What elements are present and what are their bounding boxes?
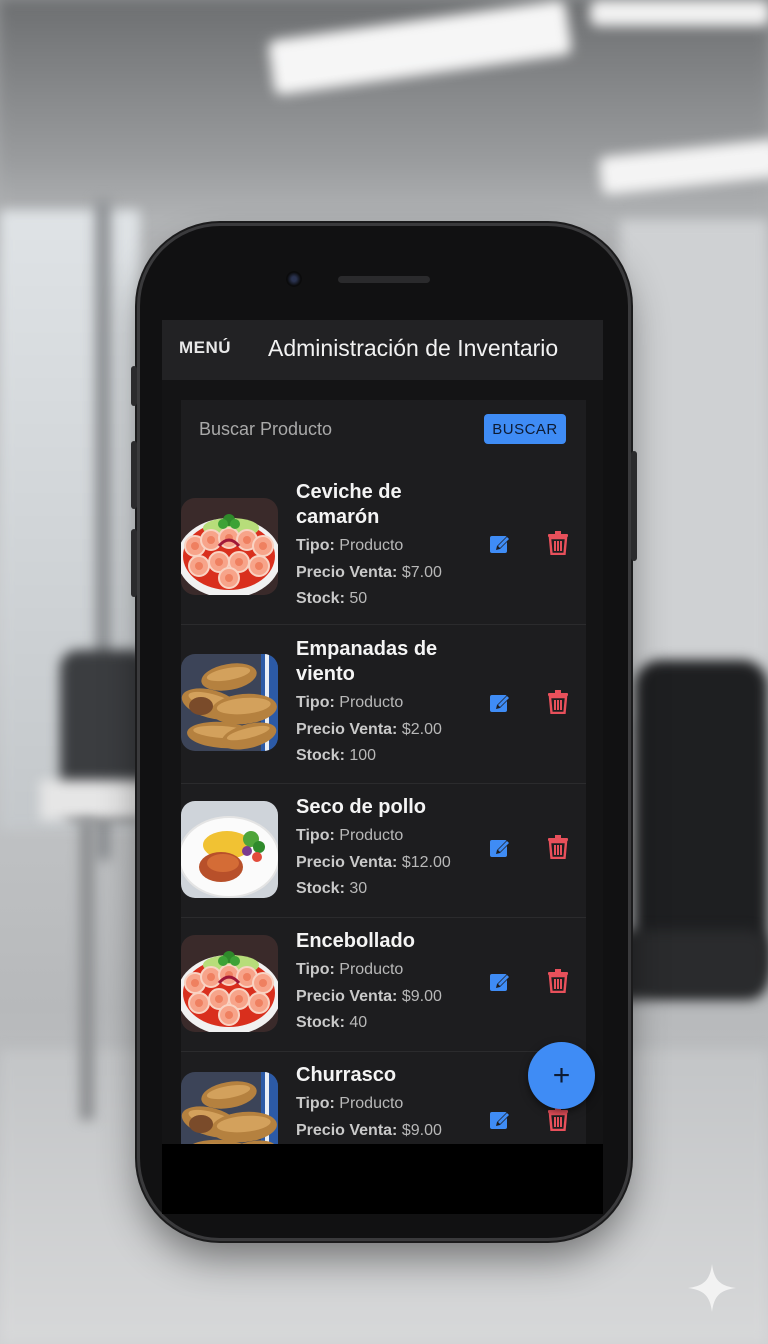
app-screen: MENÚ Administración de Inventario BUSCAR…	[162, 320, 603, 1144]
edit-icon[interactable]	[489, 970, 511, 992]
phone-frame: MENÚ Administración de Inventario BUSCAR…	[131, 226, 637, 1238]
product-image	[181, 654, 278, 751]
trash-icon[interactable]	[547, 835, 569, 860]
product-row[interactable]: Seco de pollo Tipo: Producto Precio Venta:…	[181, 784, 586, 918]
product-info: Encebollado Tipo: Producto Precio Venta: $…	[296, 929, 476, 1037]
edit-icon[interactable]	[489, 532, 511, 554]
product-name: Encebollado	[296, 930, 415, 952]
trash-icon[interactable]	[547, 531, 569, 556]
product-info: Churrasco Tipo: Producto Precio Venta: $9.…	[296, 1063, 476, 1144]
product-info: Ceviche de camarón Tipo: Producto Precio V…	[296, 480, 476, 613]
page-title: Administración de Inventario	[268, 335, 559, 361]
product-type: Tipo: Producto	[296, 537, 404, 554]
product-price: Precio Venta: $12.00	[296, 853, 451, 871]
product-price: Precio Venta: $7.00	[296, 563, 442, 581]
product-image	[181, 1072, 278, 1144]
search-input[interactable]	[197, 412, 461, 446]
trash-icon[interactable]	[547, 1107, 569, 1132]
front-camera	[286, 271, 302, 287]
phone-chin	[162, 1144, 603, 1214]
edit-icon[interactable]	[489, 691, 511, 713]
product-type: Tipo: Producto	[296, 827, 404, 844]
product-row[interactable]: Empanadas de viento Tipo: Producto Precio …	[181, 625, 586, 784]
product-image	[181, 498, 278, 595]
product-stock: Stock: 100	[296, 747, 377, 764]
product-stock: Stock: 50	[296, 590, 368, 607]
product-name: Ceviche de camarón	[296, 481, 402, 528]
product-type: Tipo: Producto	[296, 961, 404, 978]
product-info: Seco de pollo Tipo: Producto Precio Venta:…	[296, 795, 476, 903]
product-image	[181, 935, 278, 1032]
earpiece-speaker	[338, 276, 430, 283]
edit-icon[interactable]	[489, 1108, 511, 1130]
product-price: Precio Venta: $2.00	[296, 720, 442, 738]
product-type: Tipo: Producto	[296, 694, 404, 711]
product-name: Churrasco	[296, 1064, 397, 1086]
product-name: Seco de pollo	[296, 796, 427, 818]
product-row[interactable]: Churrasco Tipo: Producto Precio Venta: $9.…	[181, 1052, 586, 1144]
product-price: Precio Venta: $9.00	[296, 1121, 442, 1139]
product-image	[181, 801, 278, 898]
search-button[interactable]: BUSCAR	[484, 414, 566, 444]
app-bar: MENÚ Administración de Inventario	[162, 320, 603, 380]
product-row[interactable]: Ceviche de camarón Tipo: Producto Precio V…	[181, 466, 586, 625]
product-stock: Stock: 30	[296, 880, 368, 897]
product-row[interactable]: Encebollado Tipo: Producto Precio Venta: $…	[181, 918, 586, 1052]
add-product-button[interactable]: +	[528, 1042, 595, 1109]
trash-icon[interactable]	[547, 690, 569, 715]
product-type: Tipo: Producto	[296, 1095, 404, 1112]
product-list: Ceviche de camarón Tipo: Producto Precio V…	[181, 466, 586, 1144]
trash-icon[interactable]	[547, 969, 569, 994]
product-info: Empanadas de viento Tipo: Producto Precio …	[296, 637, 476, 770]
product-stock: Stock: 40	[296, 1014, 368, 1031]
sparkle-icon	[688, 1264, 736, 1312]
search-bar: BUSCAR	[181, 400, 586, 458]
product-name: Empanadas de viento	[296, 638, 438, 685]
edit-icon[interactable]	[489, 836, 511, 858]
menu-button[interactable]: MENÚ	[179, 338, 231, 358]
product-price: Precio Venta: $9.00	[296, 987, 442, 1005]
inventory-panel: BUSCAR Ceviche de camarón Tipo: Producto P…	[181, 400, 586, 1144]
